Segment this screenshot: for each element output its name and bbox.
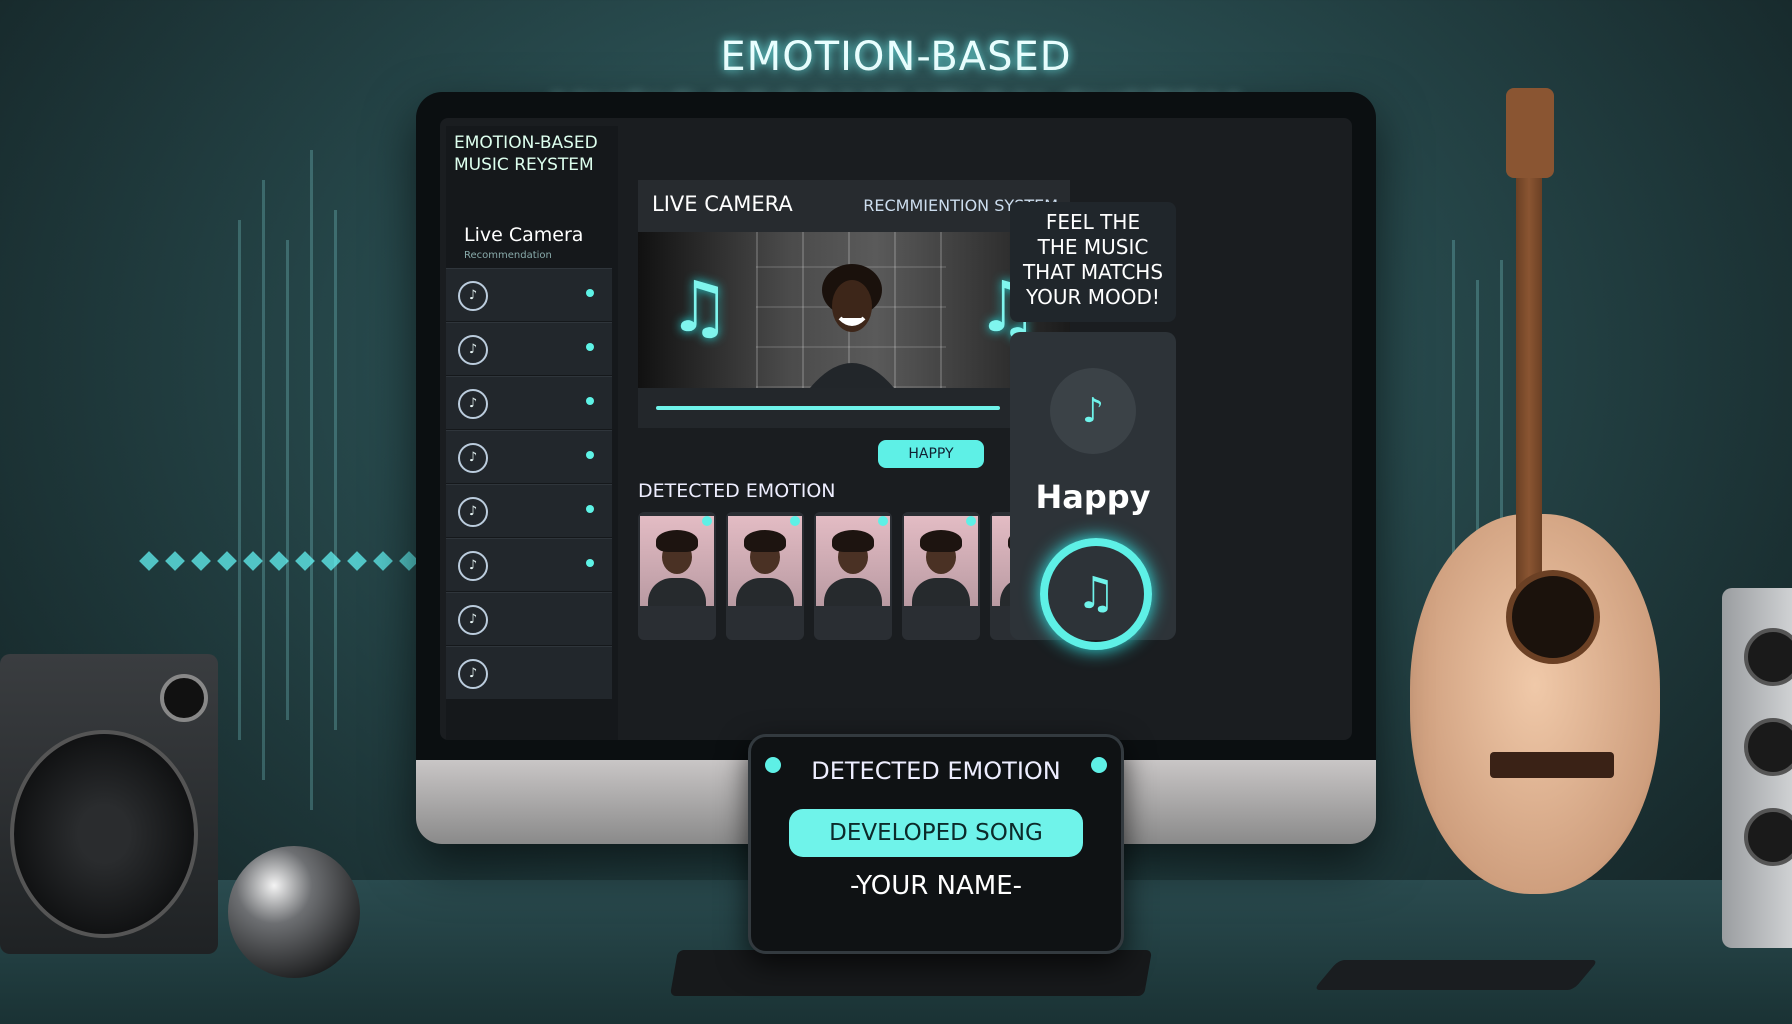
sidebar-subtitle: Recommendation [464,250,552,261]
status-dot [586,505,594,513]
brand: Emotion-Based Music Reystem [454,132,598,176]
feel-line: Feel the [1045,210,1141,234]
status-dot [586,397,594,405]
status-dot [586,451,594,459]
camera-title: Live Camera [652,192,793,216]
eq-bar [286,240,289,720]
eq-bar [238,220,241,740]
brand-line-1: Emotion-Based [454,133,598,153]
mood-emotion: Happy [1035,478,1151,516]
status-dot [790,516,800,526]
feel-line: that matchs [1022,260,1164,284]
thumbnail-card[interactable] [902,512,980,640]
status-dot [878,516,888,526]
brand-line-2: Music Reystem [454,155,594,175]
eq-bar [262,180,265,780]
live-camera-feed: ♫ ♫ [638,232,1070,388]
headline-line-1: Emotion-Based [720,34,1072,80]
eq-bar [310,150,313,810]
developed-song-button[interactable]: Developed Song [789,809,1083,857]
sidebar-item[interactable]: ♪ [446,538,612,591]
thumbnail-card[interactable] [726,512,804,640]
status-dot [586,559,594,567]
music-note-icon: ♪ [458,335,488,365]
face-thumbnail [904,516,978,606]
status-dot [586,343,594,351]
phone-card: Detected Emotion Developed Song -Your Na… [748,734,1124,954]
mood-card: ♪ Happy ♫ [1010,332,1176,650]
keyboard [669,950,1153,996]
music-note-icon: ♪ [458,605,488,635]
speaker-cone [10,730,198,938]
emotion-button[interactable]: Happy [878,440,984,468]
sidebar-item[interactable]: ♪ [446,322,612,375]
phone-detected-emotion: Detected Emotion [811,757,1061,785]
music-note-icon: ♪ [458,551,488,581]
status-dot [966,516,976,526]
speaker-left [0,654,218,954]
sidebar-item[interactable]: ♪ [446,430,612,483]
eq-bar [334,210,337,730]
eq-dots [136,551,422,571]
feel-line: your mood! [1026,285,1160,309]
music-note-icon: ♪ [458,389,488,419]
guitar-soundhole [1506,570,1600,664]
your-name: -Your Name- [849,871,1023,901]
player-bar: ◉ [638,388,1070,428]
face-thumbnail [728,516,802,606]
guitar-bridge [1490,752,1614,778]
metal-ball [228,846,360,978]
speaker-tweeter [160,674,208,722]
speaker-right [1722,588,1792,948]
sidebar-item[interactable]: ♪ [446,484,612,537]
music-note-icon: ♪ [458,281,488,311]
feel-the-music-card: Feel the the music that matchs your mood… [1010,202,1176,322]
face-thumbnail [816,516,890,606]
guitar-headstock [1506,88,1554,178]
sidebar-item[interactable]: ♪ [446,646,612,699]
feel-line: the music [1037,235,1149,259]
sidebar-title: Live Camera [464,224,584,246]
person-figure [810,264,894,388]
microphone-icon[interactable]: ♪ [1050,368,1136,454]
status-dot [702,516,712,526]
music-note-icon: ♫ [668,266,731,348]
guitar-neck [1516,120,1542,590]
thumbnail-card[interactable] [638,512,716,640]
thumbnail-card[interactable] [814,512,892,640]
detected-emotion-label: Detected Emotion [638,480,836,502]
app-screen: Emotion-Based Music Reystem Live Camera … [440,118,1352,740]
desk-phone [1313,960,1599,990]
speaker-cone [1744,628,1792,686]
sidebar-item[interactable]: ♪ [446,592,612,645]
speaker-cone [1744,718,1792,776]
music-note-icon[interactable]: ♫ [1040,538,1152,650]
speaker-cone [1744,808,1792,866]
music-note-icon: ♪ [458,443,488,473]
status-dot [586,289,594,297]
music-note-icon: ♪ [458,659,488,689]
music-note-icon: ♪ [458,497,488,527]
camera-header: Live Camera Recmmiention System [638,180,1070,232]
face-thumbnail [640,516,714,606]
progress-bar[interactable] [656,406,1000,410]
sidebar-item[interactable]: ♪ [446,376,612,429]
sidebar-item[interactable]: ♪ [446,268,612,321]
